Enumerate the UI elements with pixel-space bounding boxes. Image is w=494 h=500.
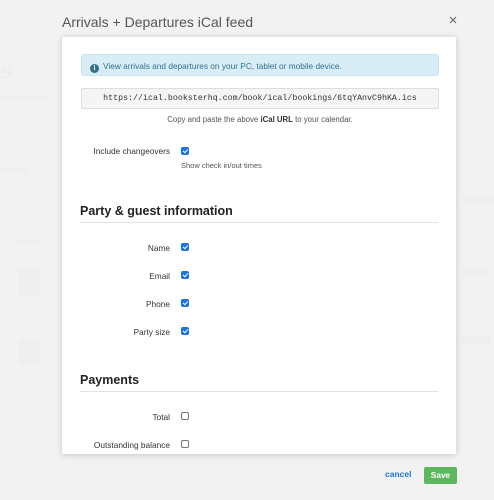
changeovers-checkbox[interactable] bbox=[181, 147, 189, 155]
modal-body: i View arrivals and departures on your PC… bbox=[62, 37, 456, 454]
section-divider bbox=[80, 222, 438, 223]
outstanding-balance-checkbox[interactable] bbox=[181, 440, 189, 448]
ical-url-field[interactable]: https://ical.booksterhq.com/book/ical/bo… bbox=[81, 88, 439, 109]
party-size-checkbox[interactable] bbox=[181, 327, 189, 335]
total-label: Total bbox=[152, 412, 170, 422]
phone-label: Phone bbox=[146, 299, 170, 309]
close-icon[interactable]: × bbox=[446, 13, 460, 29]
copy-hint: Copy and paste the above iCal URL to you… bbox=[81, 115, 439, 124]
outstanding-balance-label: Outstanding balance bbox=[93, 440, 170, 450]
email-label: Email bbox=[149, 271, 170, 281]
total-checkbox[interactable] bbox=[181, 412, 189, 420]
save-button[interactable]: Save bbox=[424, 467, 457, 484]
name-checkbox[interactable] bbox=[181, 243, 189, 251]
copy-hint-suffix: to your calendar. bbox=[295, 115, 353, 124]
info-banner-text: View arrivals and departures on your PC,… bbox=[103, 61, 342, 71]
payments-section-title: Payments bbox=[80, 373, 140, 387]
info-icon: i bbox=[90, 64, 99, 73]
phone-checkbox[interactable] bbox=[181, 299, 189, 307]
modal-title: Arrivals + Departures iCal feed bbox=[62, 14, 254, 30]
party-section-title: Party & guest information bbox=[80, 204, 233, 218]
copy-hint-bold: iCal URL bbox=[260, 115, 293, 124]
cancel-button[interactable]: cancel bbox=[385, 469, 411, 479]
changeovers-label: Include changeovers bbox=[93, 146, 170, 156]
changeovers-hint: Show check in/out times bbox=[181, 161, 262, 170]
copy-hint-prefix: Copy and paste the above bbox=[167, 115, 259, 124]
email-checkbox[interactable] bbox=[181, 271, 189, 279]
section-divider bbox=[80, 391, 438, 392]
name-label: Name bbox=[147, 243, 170, 253]
info-banner: i View arrivals and departures on your PC… bbox=[81, 54, 439, 76]
party-size-label: Party size bbox=[133, 327, 170, 337]
